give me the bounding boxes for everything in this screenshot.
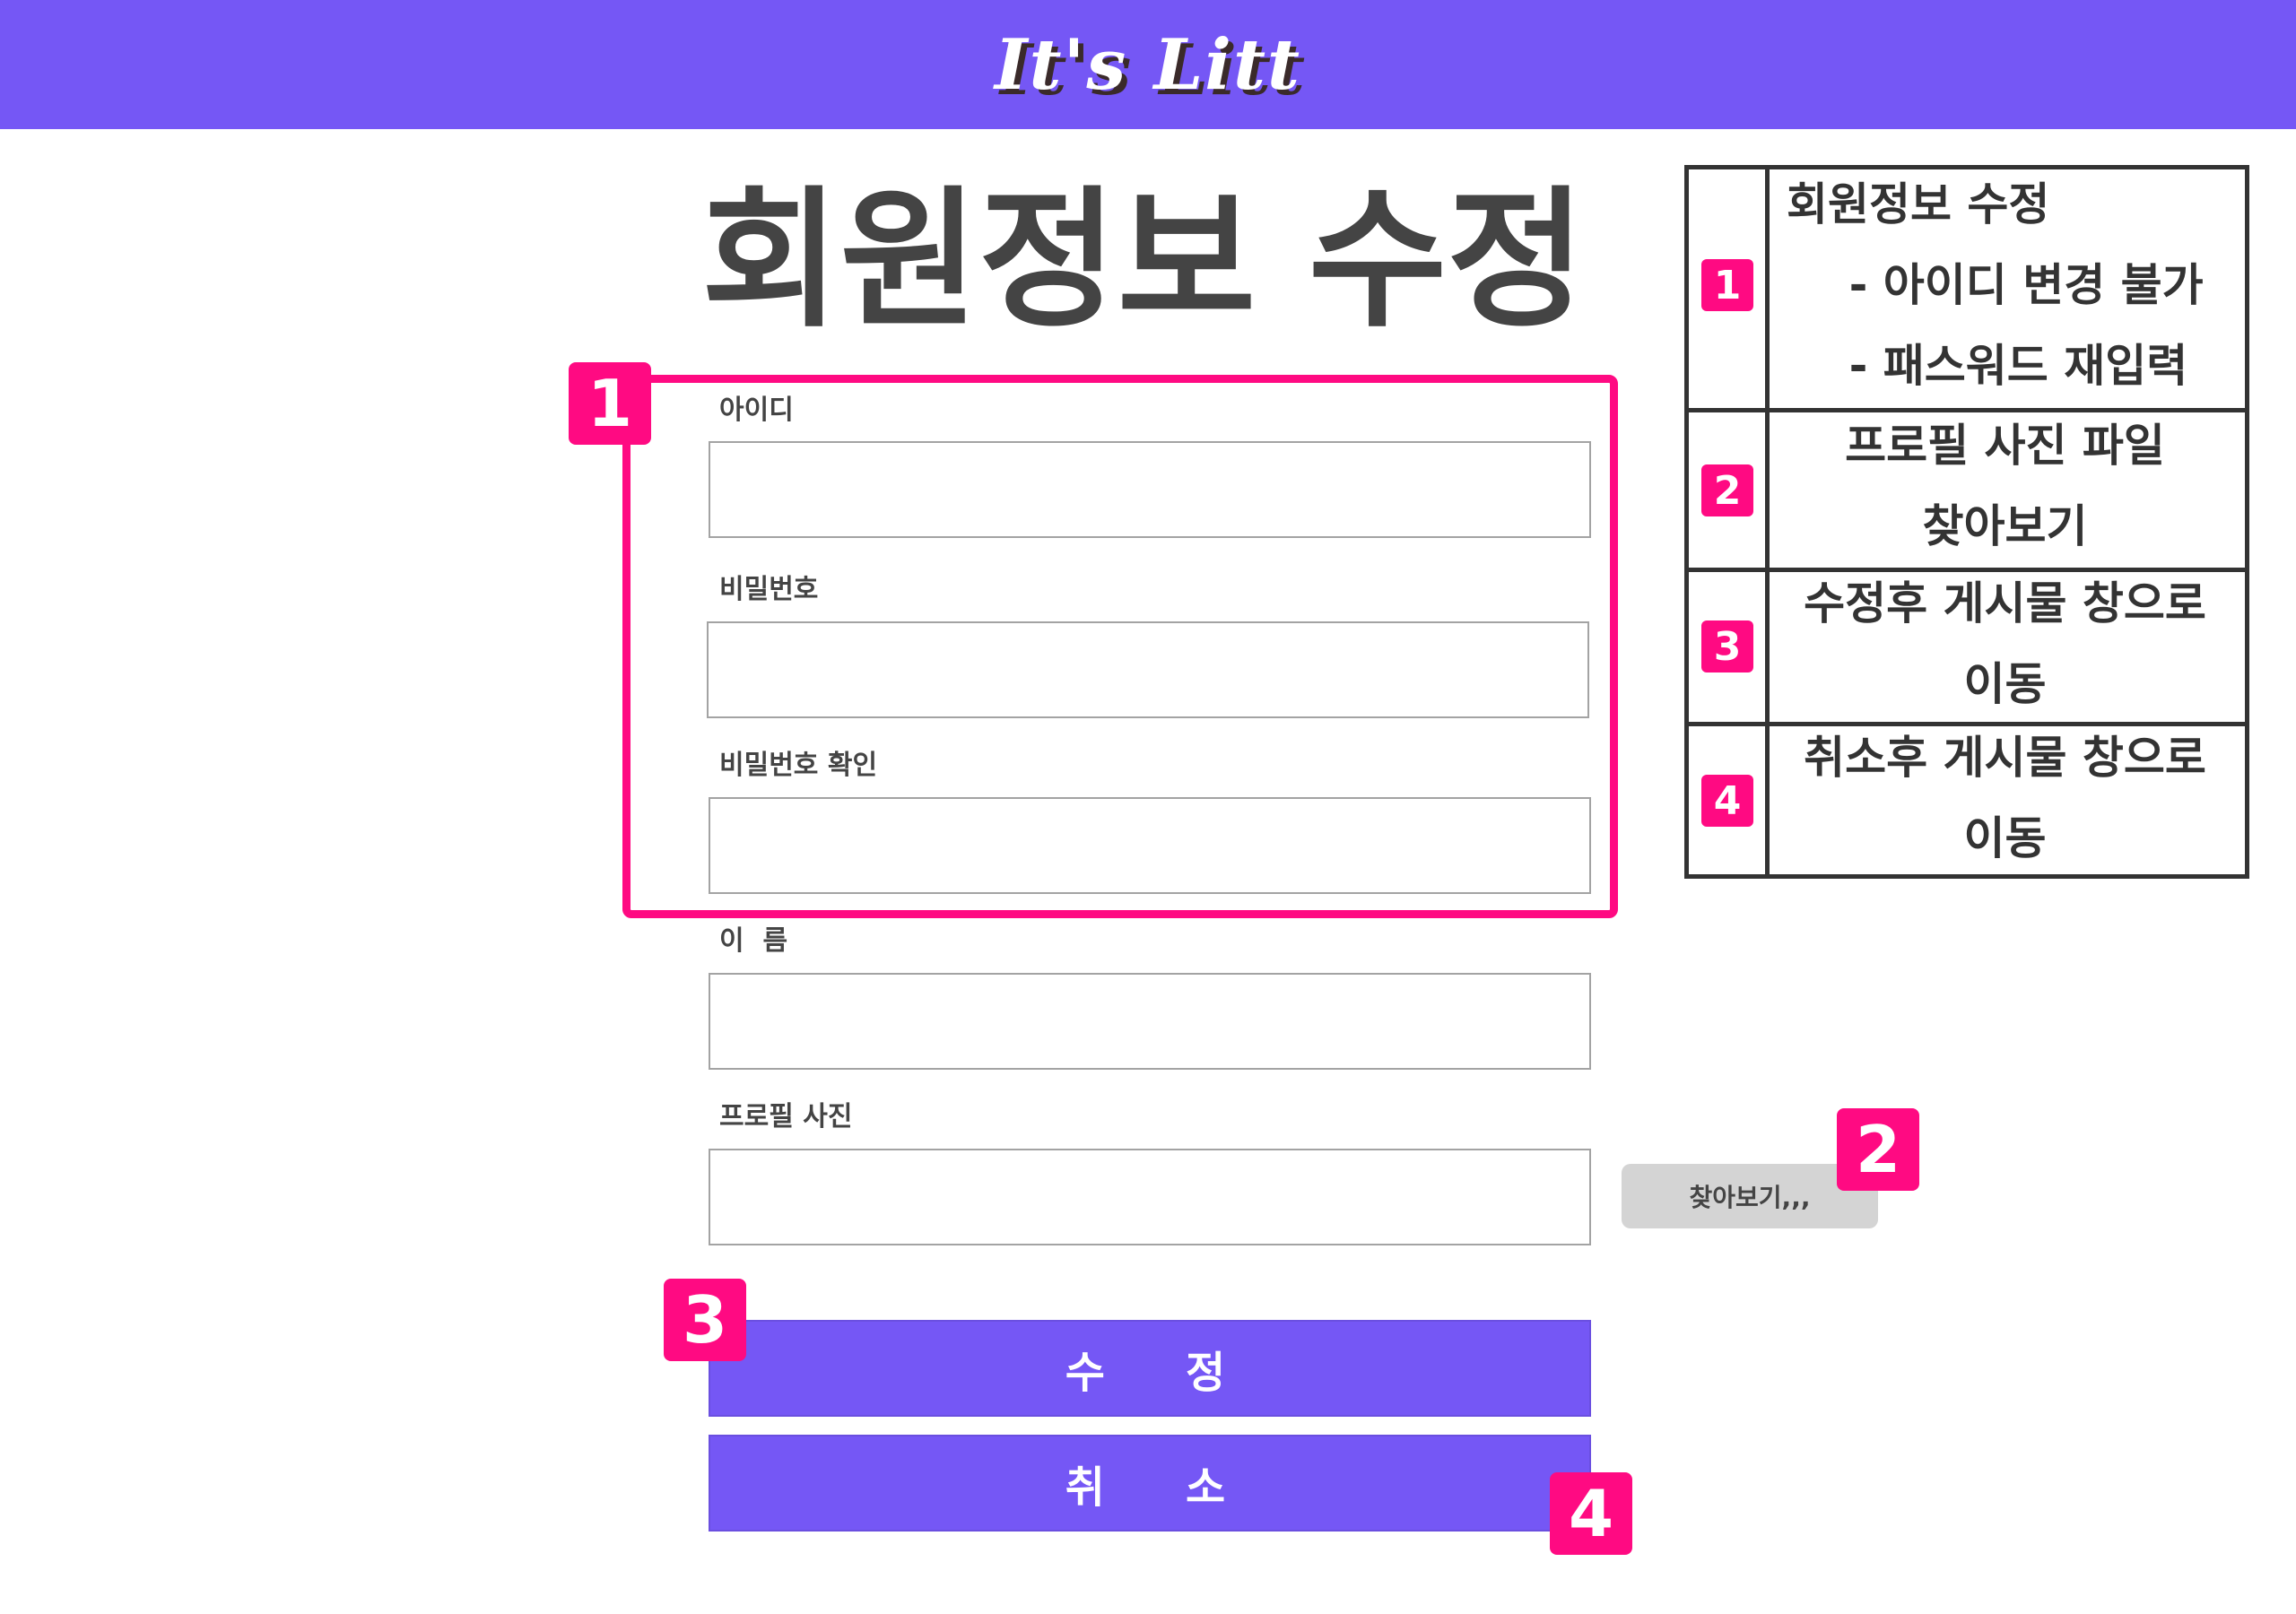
annotation-marker-3: 3 xyxy=(664,1279,746,1361)
legend-line: 취소후 게시물 창으로 xyxy=(1804,732,2206,784)
legend-divider xyxy=(1765,572,1770,722)
annotation-marker-4: 4 xyxy=(1550,1472,1632,1555)
legend-line: 이동 xyxy=(1963,812,2047,864)
legend-line: 회원정보 수정 xyxy=(1787,178,2050,230)
annotation-marker-1: 1 xyxy=(569,362,651,445)
legend-line: 이동 xyxy=(1963,658,2047,710)
legend-row: 4 취소후 게시물 창으로이동 xyxy=(1689,722,2245,874)
legend-line: 찾아보기 xyxy=(1922,500,2088,552)
field-label-name: 이 름 xyxy=(719,925,788,957)
name-input[interactable] xyxy=(709,973,1591,1070)
legend-text: 수정후 게시물 창으로이동 xyxy=(1774,563,2236,725)
legend-divider xyxy=(1765,726,1770,874)
legend-number: 4 xyxy=(1701,775,1753,827)
highlight-box xyxy=(622,375,1618,918)
legend-line: 수정후 게시물 창으로 xyxy=(1804,577,2206,629)
cancel-button[interactable]: 취 소 xyxy=(709,1435,1591,1532)
legend-row: 3 수정후 게시물 창으로이동 xyxy=(1689,568,2245,722)
legend-number: 2 xyxy=(1701,464,1753,516)
legend-number: 1 xyxy=(1701,259,1753,311)
legend-line: - 패스워드 재입력 xyxy=(1787,340,2188,392)
legend-text: 회원정보 수정 - 아이디 변경 불가 - 패스워드 재입력 xyxy=(1774,164,2236,406)
legend-number: 3 xyxy=(1701,620,1753,672)
legend-row: 1 회원정보 수정 - 아이디 변경 불가 - 패스워드 재입력 xyxy=(1689,169,2245,408)
legend-text: 취소후 게시물 창으로이동 xyxy=(1774,717,2236,879)
page-title: 회원정보 수정 xyxy=(701,172,1586,348)
legend-divider xyxy=(1765,169,1770,408)
submit-button[interactable]: 수 정 xyxy=(709,1320,1591,1417)
profile-photo-input[interactable] xyxy=(709,1149,1591,1245)
legend-text: 프로필 사진 파일찾아보기 xyxy=(1774,405,2236,567)
legend-table: 1 회원정보 수정 - 아이디 변경 불가 - 패스워드 재입력 2 프로필 사… xyxy=(1684,165,2249,879)
legend-line: - 아이디 변경 불가 xyxy=(1787,259,2204,311)
legend-divider xyxy=(1765,412,1770,568)
legend-row: 2 프로필 사진 파일찾아보기 xyxy=(1689,408,2245,568)
field-label-profile-photo: 프로필 사진 xyxy=(719,1101,853,1132)
annotation-marker-2: 2 xyxy=(1837,1108,1919,1191)
site-logo[interactable]: It's Litt xyxy=(0,0,2296,129)
legend-line: 프로필 사진 파일 xyxy=(1845,420,2165,472)
